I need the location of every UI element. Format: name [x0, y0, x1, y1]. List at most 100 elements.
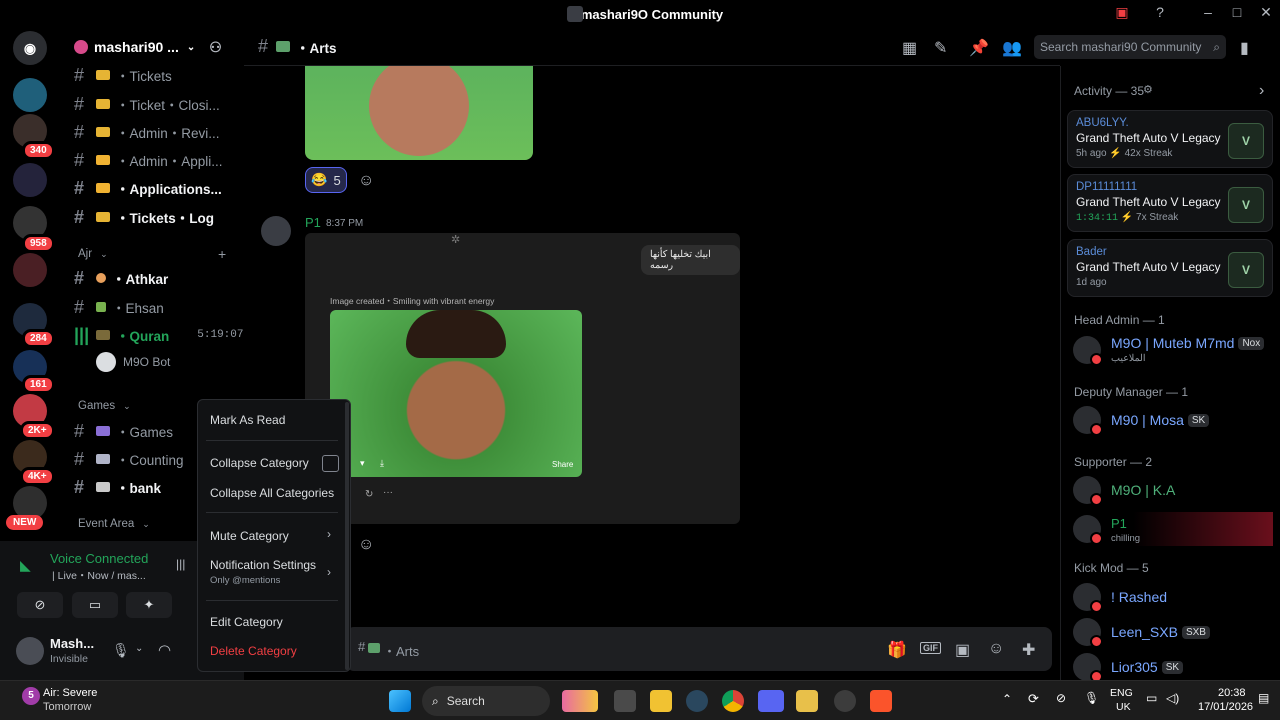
collapse-checkbox[interactable] [322, 455, 339, 472]
activities-button[interactable]: ✦ [126, 592, 172, 618]
member-item[interactable]: Leen_SXB SXB [1073, 618, 1210, 648]
message-image[interactable] [305, 66, 533, 160]
activity-card[interactable]: ABU6LYY. Grand Theft Auto V Legacy 5h ag… [1067, 110, 1273, 168]
screenshot-attachment[interactable]: ✲ ابيك تخليها كأنها رسمه Image created・S… [305, 233, 740, 524]
member-item[interactable]: P1 chilling [1073, 512, 1273, 546]
category-event-area[interactable]: Event Area ⌄ [78, 518, 150, 530]
screen-share-button[interactable]: ▭ [72, 592, 118, 618]
channel-ticket-closing[interactable]: # ・Ticket・Closi... [74, 90, 244, 118]
help-icon[interactable]: ? [1150, 4, 1170, 20]
inbox-icon[interactable]: ▣ [1112, 4, 1132, 21]
avatar[interactable] [16, 637, 44, 665]
network-icon[interactable]: ▭ [1146, 691, 1157, 705]
folder-icon[interactable] [796, 690, 818, 712]
voice-status[interactable]: Voice Connected [50, 551, 148, 566]
user-name[interactable]: Mash... [50, 636, 94, 651]
search-box[interactable]: Search mashari90 Community ⌕ [1034, 35, 1226, 59]
steam-icon[interactable] [686, 690, 708, 712]
delete-category-item[interactable]: Delete Category [210, 644, 297, 658]
member-item[interactable]: M9O | K.A [1073, 476, 1175, 506]
channel-ehsan[interactable]: # ・Ehsan [74, 293, 244, 321]
emoji-icon[interactable]: ☺ [988, 640, 1004, 658]
maximize-button[interactable]: □ [1227, 4, 1247, 20]
language-indicator[interactable]: ENG [1110, 687, 1133, 699]
sync-icon[interactable]: ⟳ [1028, 691, 1039, 707]
collapse-all-item[interactable]: Collapse All Categories [210, 486, 334, 500]
category-ajr[interactable]: Ajr ⌄ [78, 248, 108, 260]
server-icon[interactable] [13, 253, 47, 287]
settings-icon[interactable]: ⚙ [1143, 83, 1153, 96]
reaction-laugh[interactable]: 😂 5 [305, 167, 347, 193]
channel-tickets-log[interactable]: # ・Tickets・Log [74, 203, 244, 231]
member-item[interactable]: Lior305 SK [1073, 653, 1184, 683]
channel-applications[interactable]: # ・Applications... [74, 174, 244, 202]
pin-icon[interactable]: 📌 [969, 38, 989, 58]
members-icon[interactable]: 👥 [1002, 38, 1022, 58]
add-reaction-icon[interactable]: ☺ [358, 536, 374, 554]
chevron-up-icon[interactable]: ⌃ [1002, 692, 1012, 706]
brave-icon[interactable] [870, 690, 892, 712]
search-input[interactable]: Search mashari90 Community [1040, 40, 1201, 54]
category-games[interactable]: Games ⌄ [78, 400, 131, 412]
voice-member[interactable]: M9O Bot [96, 352, 170, 372]
mark-as-read-item[interactable]: Mark As Read [210, 413, 285, 427]
member-item[interactable]: ! Rashed [1073, 583, 1167, 613]
flowers-widget-icon[interactable] [562, 690, 598, 712]
camera-off-button[interactable]: ⊘ [17, 592, 63, 618]
apps-icon[interactable]: ✚ [1022, 640, 1035, 660]
activity-card[interactable]: DP11111111 Grand Theft Auto V Legacy 1:3… [1067, 174, 1273, 232]
task-view-icon[interactable] [614, 690, 636, 712]
camera-off-icon[interactable]: ⊘ [1056, 691, 1066, 705]
invite-icon[interactable]: ⚇ [209, 39, 222, 56]
microphone-icon[interactable]: 🎙 [112, 642, 130, 659]
discord-home-icon[interactable]: ◉ [13, 31, 47, 65]
channel-admin-review[interactable]: # ・Admin・Revi... [74, 118, 244, 146]
chevron-right-icon[interactable]: › [1259, 82, 1264, 100]
gift-icon[interactable]: 🎁 [887, 640, 907, 660]
notification-settings-item[interactable]: Notification Settings [210, 558, 316, 572]
discord-taskbar-icon[interactable] [758, 690, 784, 712]
soundboard-icon[interactable]: ||| [176, 557, 185, 571]
microphone-icon[interactable]: 🎙 [1084, 691, 1099, 705]
clock-time[interactable]: 20:38 [1218, 687, 1246, 699]
chevron-down-icon[interactable]: ⌄ [135, 643, 143, 654]
notifications-icon[interactable]: ▤ [1258, 691, 1269, 705]
gif-icon[interactable]: GIF [920, 642, 941, 654]
weather-icon[interactable]: 5 [22, 687, 40, 705]
activity-card[interactable]: Bader Grand Theft Auto V Legacy 1d ago V [1067, 239, 1273, 297]
edit-category-item[interactable]: Edit Category [210, 615, 283, 629]
volume-icon[interactable]: ◁) [1166, 691, 1179, 705]
avatar[interactable] [261, 216, 291, 246]
add-channel-icon[interactable]: + [218, 246, 226, 262]
message-composer[interactable]: # ・Arts 🎁 GIF ▣ ☺ ✚ [346, 627, 1052, 671]
scrollbar[interactable] [345, 402, 349, 670]
sticker-icon[interactable]: ▣ [955, 640, 970, 660]
channel-admin-applications[interactable]: # ・Admin・Appli... [74, 146, 244, 174]
minimize-button[interactable]: – [1198, 4, 1218, 20]
member-item[interactable]: M9O | Muteb M7md Nox الملاعيب [1073, 335, 1265, 366]
steelseries-icon[interactable] [834, 690, 856, 712]
channel-athkar[interactable]: # ・Athkar [74, 264, 244, 292]
new-badge[interactable]: NEW [6, 515, 44, 530]
inbox-icon[interactable]: ▮ [1240, 38, 1249, 58]
server-icon[interactable] [13, 78, 47, 112]
add-reaction-icon[interactable]: ☺ [358, 172, 374, 190]
close-button[interactable]: ✕ [1256, 4, 1276, 21]
member-item[interactable]: M90 | Mosa SK [1073, 406, 1210, 436]
voice-channel-info[interactable]: | Live・Now / mas... [52, 568, 146, 583]
windows-start-icon[interactable] [389, 690, 411, 712]
threads-icon[interactable]: ▦ [902, 38, 917, 58]
server-icon[interactable] [13, 163, 47, 197]
headphones-icon[interactable]: ◠ [158, 641, 171, 659]
channel-quran[interactable]: ||| ・Quran 5:19:07 [74, 321, 244, 349]
channel-tickets[interactable]: # ・Tickets [74, 61, 244, 89]
weather-status[interactable]: Air: Severe [43, 687, 97, 699]
file-explorer-icon[interactable] [650, 690, 672, 712]
message-input[interactable]: ・Arts [383, 641, 419, 660]
taskbar-search[interactable]: ⌕ Search [422, 686, 550, 716]
collapse-category-item[interactable]: Collapse Category [210, 456, 309, 470]
notifications-muted-icon[interactable]: ✎ [934, 38, 947, 58]
chrome-icon[interactable] [722, 690, 744, 712]
mute-category-item[interactable]: Mute Category [210, 529, 289, 543]
message-author[interactable]: P1 [305, 215, 321, 230]
